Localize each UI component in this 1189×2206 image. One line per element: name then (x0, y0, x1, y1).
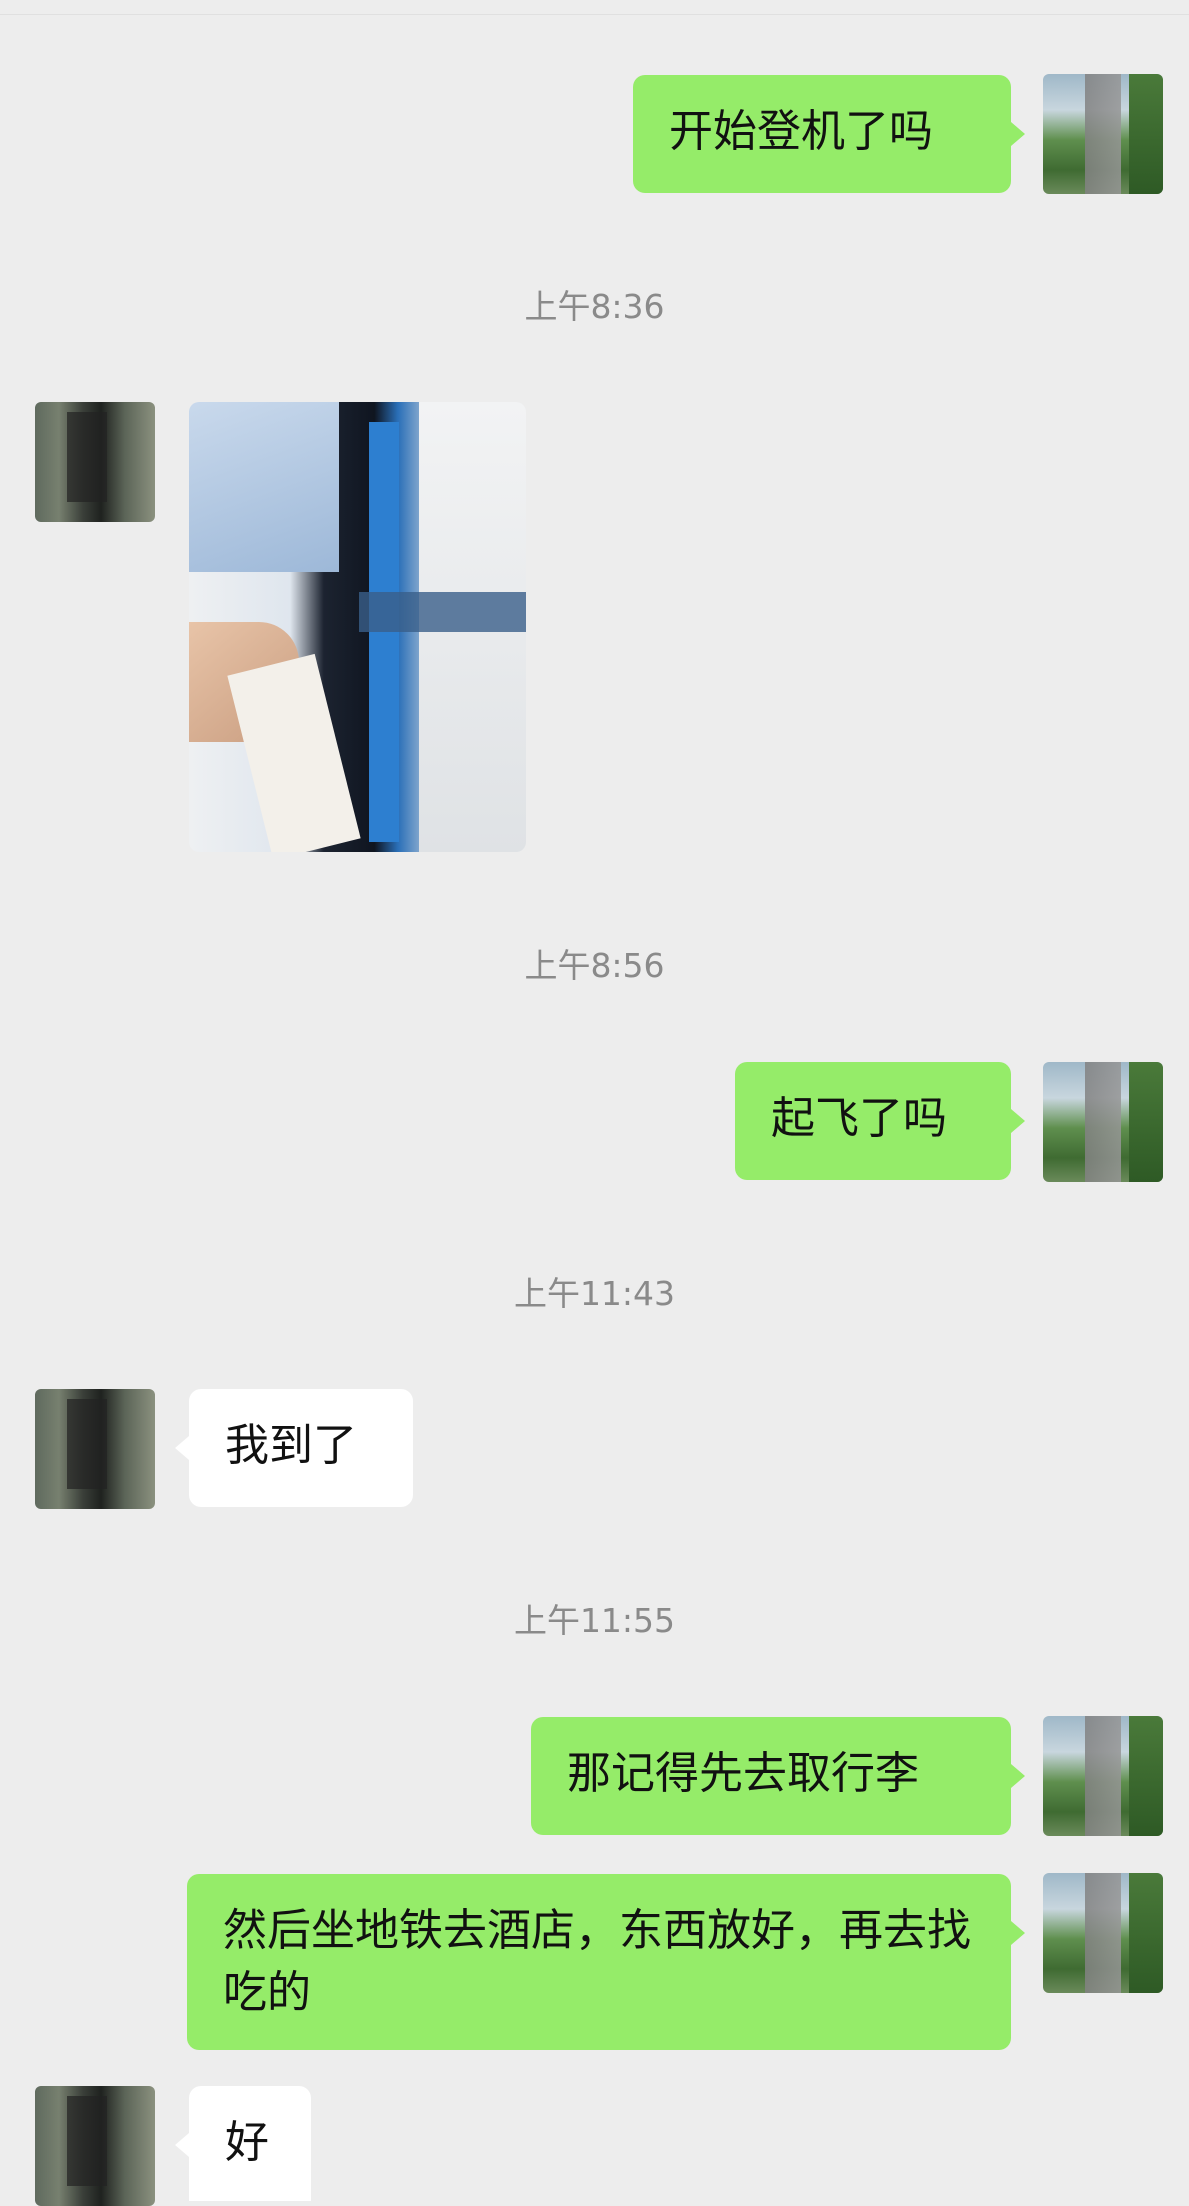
peer-avatar[interactable] (35, 2086, 155, 2206)
bubble-tail (1011, 1764, 1025, 1788)
image-message[interactable] (189, 402, 526, 852)
message-bubble-peer[interactable]: 好 (189, 2086, 311, 2201)
photo-region (189, 402, 339, 572)
message-bubble-self[interactable]: 开始登机了吗 (633, 75, 1011, 193)
photo-region (227, 653, 361, 852)
self-avatar[interactable] (1043, 1062, 1163, 1182)
photo-region (359, 592, 526, 632)
bubble-tail (1011, 1109, 1025, 1133)
message-bubble-self[interactable]: 那记得先去取行李 (531, 1717, 1011, 1835)
peer-avatar[interactable] (35, 402, 155, 522)
timestamp: 上午8:56 (524, 946, 665, 985)
timestamp: 上午11:43 (513, 1274, 676, 1313)
message-bubble-self[interactable]: 起飞了吗 (735, 1062, 1011, 1180)
photo-region (369, 422, 399, 842)
bubble-tail (175, 1436, 189, 1460)
bubble-tail (1011, 1921, 1025, 1945)
self-avatar[interactable] (1043, 74, 1163, 194)
peer-avatar[interactable] (35, 1389, 155, 1509)
bubble-tail (175, 2133, 189, 2157)
self-avatar[interactable] (1043, 1873, 1163, 1993)
timestamp: 上午11:55 (513, 1601, 676, 1640)
top-divider (0, 0, 1189, 15)
timestamp: 上午8:36 (524, 287, 665, 326)
message-bubble-peer[interactable]: 我到了 (189, 1389, 413, 1507)
bubble-tail (1011, 122, 1025, 146)
self-avatar[interactable] (1043, 1716, 1163, 1836)
message-bubble-self[interactable]: 然后坐地铁去酒店，东西放好，再去找吃的 (187, 1874, 1011, 2050)
